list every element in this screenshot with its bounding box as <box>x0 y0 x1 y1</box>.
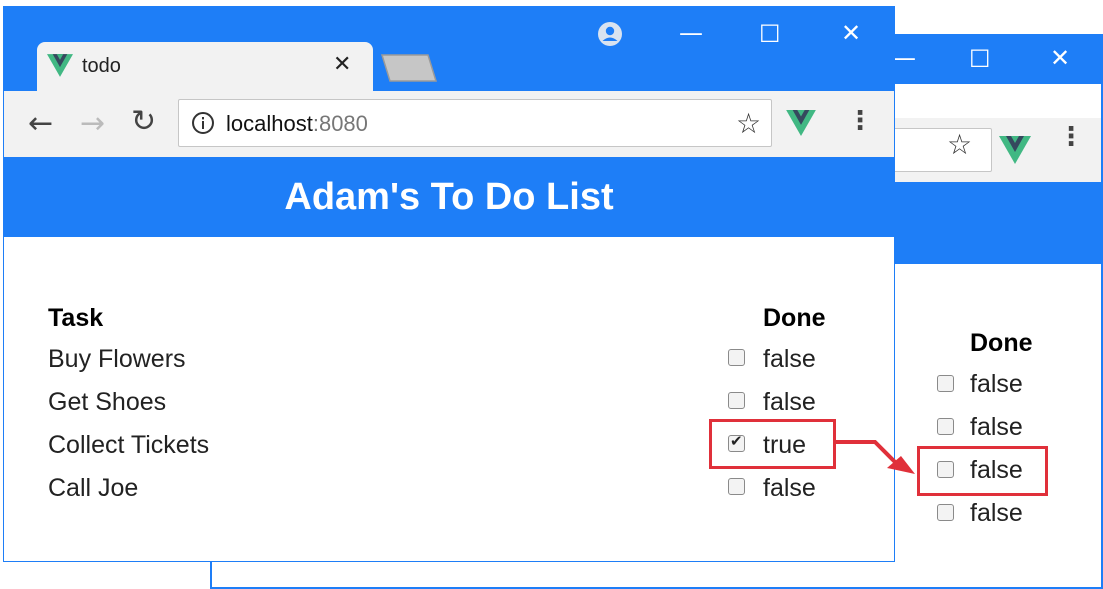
url-host: localhost <box>226 111 313 136</box>
tab-todo[interactable]: todo ✕ <box>37 42 373 91</box>
back-bookmark-star-icon[interactable]: ☆ <box>947 128 972 161</box>
back-done-checkbox[interactable] <box>937 504 954 521</box>
url-port: :8080 <box>312 111 368 136</box>
task-column-header: Task <box>48 304 104 332</box>
vue-devtools-icon[interactable] <box>786 110 816 136</box>
maximize-icon[interactable]: ☐ <box>759 22 781 46</box>
back-done-checkbox[interactable] <box>937 375 954 392</box>
tab-title: todo <box>82 55 121 77</box>
front-title-bar: todo ✕ — ☐ ✕ <box>4 7 894 91</box>
task-name: Get Shoes <box>48 388 167 416</box>
back-minimize-icon[interactable]: — <box>892 46 916 70</box>
done-value: false <box>763 345 816 373</box>
done-checkbox[interactable] <box>728 392 745 409</box>
back-close-icon[interactable]: ✕ <box>1050 46 1070 70</box>
back-arrow-icon[interactable]: ← <box>28 106 53 141</box>
red-arrow-icon <box>835 440 915 474</box>
back-menu-dots-icon[interactable]: ⋮ <box>1058 123 1084 149</box>
new-tab-button[interactable] <box>380 53 438 83</box>
forward-arrow-icon[interactable]: → <box>80 106 105 141</box>
bookmark-star-icon[interactable]: ☆ <box>736 107 761 140</box>
done-value: false <box>763 388 816 416</box>
profile-icon[interactable] <box>597 21 623 47</box>
back-maximize-icon[interactable]: ☐ <box>969 47 991 71</box>
url-text[interactable]: localhost:8080 <box>226 111 368 137</box>
done-checkbox[interactable] <box>728 478 745 495</box>
back-highlight-box <box>917 446 1048 496</box>
page-title: Adam's To Do List <box>284 176 614 218</box>
front-browser-window: todo ✕ — ☐ ✕ ← → ↻ localhost:8080 ☆ ⋮ Ad… <box>3 6 895 562</box>
task-name: Collect Tickets <box>48 431 210 459</box>
address-bar[interactable]: localhost:8080 ☆ <box>178 99 772 147</box>
highlight-box <box>709 419 836 469</box>
minimize-icon[interactable]: — <box>679 21 703 45</box>
back-done-value: false <box>970 370 1023 398</box>
back-done-checkbox[interactable] <box>937 418 954 435</box>
browser-toolbar: ← → ↻ localhost:8080 ☆ ⋮ <box>4 91 894 157</box>
back-done-value: false <box>970 499 1023 527</box>
task-name: Buy Flowers <box>48 345 186 373</box>
done-checkbox[interactable] <box>728 349 745 366</box>
back-done-header: Done <box>970 329 1033 357</box>
close-icon[interactable]: ✕ <box>841 21 861 45</box>
reload-icon[interactable]: ↻ <box>131 104 156 139</box>
menu-dots-icon[interactable]: ⋮ <box>847 105 873 135</box>
tab-close-icon[interactable]: ✕ <box>333 52 351 77</box>
back-done-value: false <box>970 413 1023 441</box>
app-header: Adam's To Do List <box>4 157 894 237</box>
vue-logo-icon <box>47 54 73 77</box>
info-icon[interactable] <box>191 111 215 135</box>
done-column-header: Done <box>763 304 826 332</box>
back-vue-devtools-icon[interactable] <box>999 136 1031 164</box>
done-value: false <box>763 474 816 502</box>
task-name: Call Joe <box>48 474 139 502</box>
